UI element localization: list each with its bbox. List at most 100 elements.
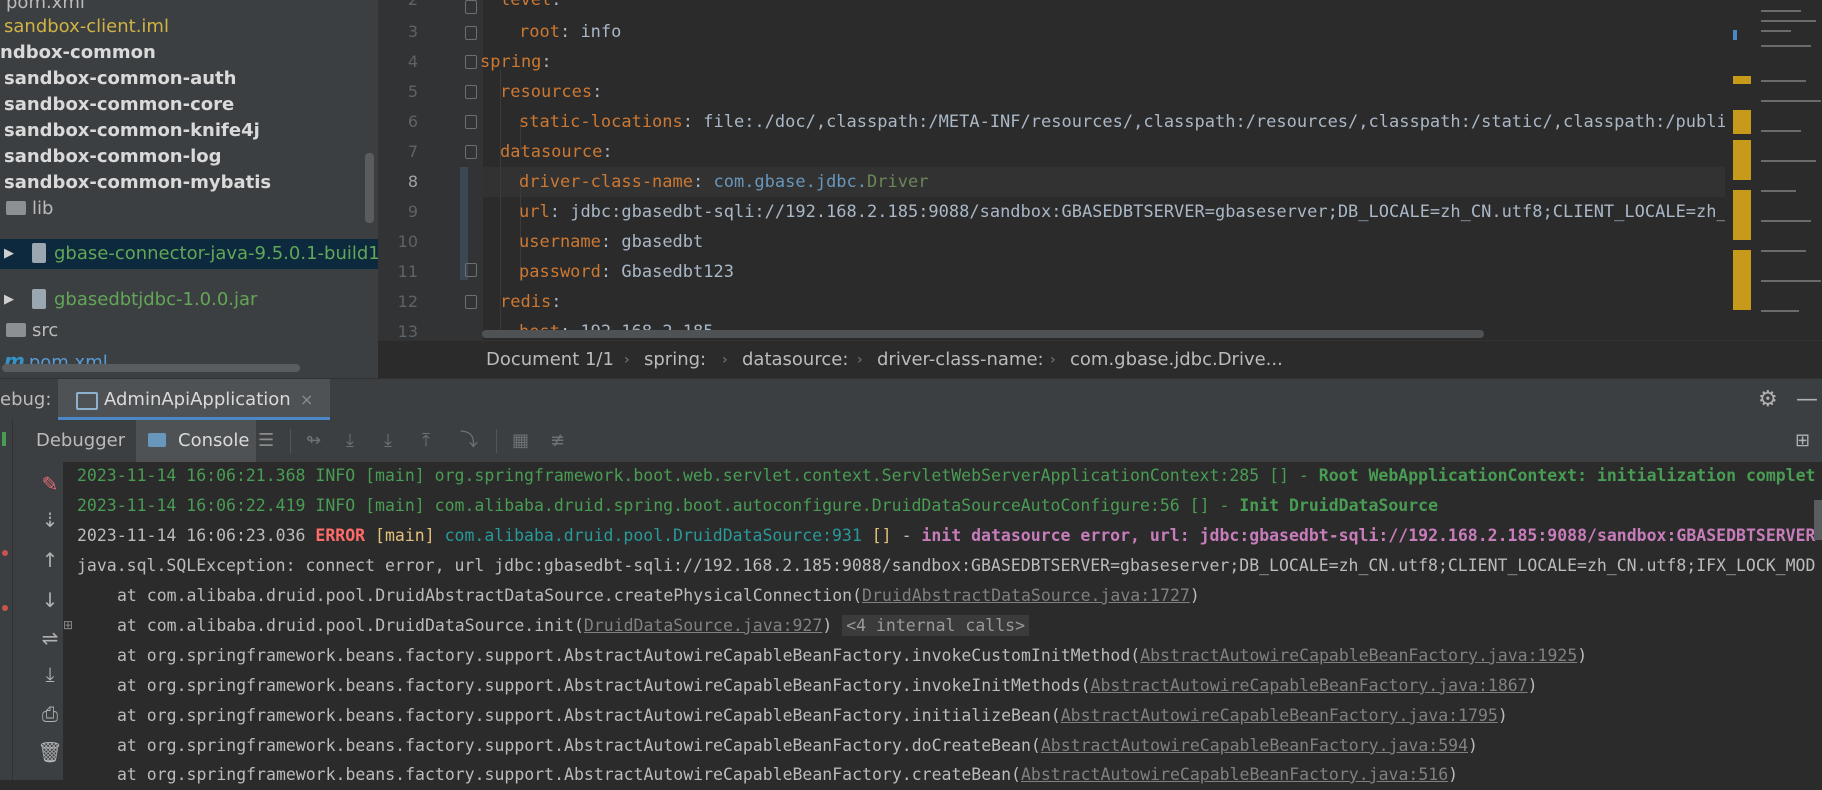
tree-vertical-scrollbar[interactable] <box>365 153 374 223</box>
stack-link[interactable]: AbstractAutowireCapableBeanFactory.java:… <box>1021 765 1448 784</box>
gear-icon[interactable]: ⚙ <box>1758 379 1778 421</box>
console-vertical-scrollbar[interactable] <box>1814 500 1822 540</box>
code-line-9[interactable]: url: jdbc:gbasedbt-sqli://192.168.2.185:… <box>519 197 1778 227</box>
tree-horizontal-scrollbar[interactable] <box>2 364 300 372</box>
trace-icon[interactable]: ≢ <box>550 420 565 462</box>
console-icon <box>148 433 166 447</box>
layout-icon[interactable]: ☰ <box>258 420 274 462</box>
run-config-label[interactable]: AdminApiApplication <box>104 379 291 421</box>
line-number: 8 <box>407 172 418 191</box>
code-line-6[interactable]: static-locations: file:./doc/,classpath:… <box>519 107 1747 137</box>
up-icon[interactable]: ↑ <box>37 548 63 572</box>
restore-layout-icon[interactable]: ⊞ <box>1795 420 1810 462</box>
minimize-icon[interactable]: — <box>1796 379 1818 421</box>
log-line-error: 2023-11-14 16:06:23.036 ERROR [main] com… <box>77 526 1816 545</box>
code-line-2[interactable]: level: <box>500 0 561 15</box>
chevron-right-icon: › <box>1050 352 1056 368</box>
fold-marker[interactable] <box>465 55 477 69</box>
tree-item-src[interactable]: src <box>6 316 58 346</box>
breadcrumb-document[interactable]: Document 1/1 <box>486 341 614 379</box>
fold-marker[interactable] <box>465 263 477 277</box>
trash-icon[interactable]: 🗑 <box>37 740 63 764</box>
line-number: 7 <box>407 142 418 161</box>
breadcrumb-driver-class-name[interactable]: driver-class-name: <box>877 341 1044 379</box>
code-line-12[interactable]: redis: <box>500 287 561 317</box>
breadcrumb-value[interactable]: com.gbase.jdbc.Drive... <box>1070 341 1283 379</box>
fold-expand-icon[interactable]: ⊞ <box>63 618 73 632</box>
code-line-8[interactable]: driver-class-name: com.gbase.jdbc.Driver <box>519 167 928 197</box>
line-number: 9 <box>407 202 418 221</box>
soft-wrap-icon[interactable]: ⇌ <box>37 626 63 650</box>
debug-header: ebug: AdminApiApplication × ⚙ — <box>0 378 1822 421</box>
stack-frame: at com.alibaba.druid.pool.DruidAbstractD… <box>117 586 1200 605</box>
line-number: 5 <box>407 82 418 101</box>
code-line-7[interactable]: datasource: <box>500 137 613 167</box>
debug-toolbar: Debugger Console ☰ ↬ ⤓ ⤓ ⤒ ⤵ ▦ ≢ ⊞ <box>0 420 1822 463</box>
clear-icon[interactable]: ✎ <box>37 472 63 496</box>
stack-link[interactable]: AbstractAutowireCapableBeanFactory.java:… <box>1091 676 1528 695</box>
stack-link[interactable]: DruidAbstractDataSource.java:1727 <box>862 586 1190 605</box>
chevron-right-icon: › <box>624 352 630 368</box>
stack-frame: at org.springframework.beans.factory.sup… <box>117 676 1538 695</box>
expand-arrow-icon[interactable]: ▶ <box>4 239 14 269</box>
show-execution-point-icon[interactable]: ↬ <box>306 420 321 462</box>
jar-icon <box>32 289 46 309</box>
tree-item-lib[interactable]: lib <box>6 194 53 224</box>
down-icon[interactable]: ↓ <box>37 588 63 612</box>
editor-horizontal-scrollbar[interactable] <box>482 330 1484 338</box>
step-over-icon[interactable]: ⤓ <box>346 420 354 462</box>
evaluate-icon[interactable]: ▦ <box>512 420 529 462</box>
fold-marker[interactable] <box>465 26 477 40</box>
line-number: 3 <box>407 22 418 41</box>
fold-marker[interactable] <box>465 0 477 14</box>
fold-marker[interactable] <box>465 145 477 159</box>
breadcrumb: Document 1/1 › spring: › datasource: › d… <box>378 340 1822 379</box>
chevron-right-icon: › <box>857 352 863 368</box>
tree-item-gbasedbtjdbc-jar[interactable]: ▶ gbasedbtjdbc-1.0.0.jar <box>0 285 378 315</box>
tree-item-gbase-connector-jar[interactable]: ▶ gbase-connector-java-9.5.0.1-build1- <box>0 239 378 269</box>
expand-arrow-icon[interactable]: ▶ <box>4 285 14 315</box>
stack-link[interactable]: AbstractAutowireCapableBeanFactory.java:… <box>1041 736 1468 755</box>
breadcrumb-datasource[interactable]: datasource: <box>742 341 848 379</box>
close-icon[interactable]: × <box>300 379 313 421</box>
toolbar-separator <box>496 429 497 453</box>
stack-frame: at org.springframework.beans.factory.sup… <box>117 706 1508 725</box>
breadcrumb-spring[interactable]: spring: <box>644 341 706 379</box>
step-into-icon[interactable]: ⤓ <box>384 420 392 462</box>
folder-icon <box>6 201 26 215</box>
stack-frame: at org.springframework.beans.factory.sup… <box>117 736 1478 755</box>
log-line: 2023-11-14 16:06:21.368 INFO [main] org.… <box>77 466 1816 485</box>
line-number: 11 <box>397 262 418 281</box>
tab-debugger[interactable]: Debugger <box>36 420 125 462</box>
code-line-10[interactable]: username: gbasedbt <box>519 227 703 257</box>
stack-link[interactable]: DruidDataSource.java:927 <box>584 616 822 635</box>
exception-line: java.sql.SQLException: connect error, ur… <box>77 556 1816 575</box>
debug-left-strip <box>0 420 13 780</box>
line-number: 2 <box>378 0 418 15</box>
line-number: 12 <box>397 292 418 311</box>
fold-marker[interactable] <box>465 295 477 309</box>
line-number: 10 <box>397 232 418 251</box>
stack-link[interactable]: AbstractAutowireCapableBeanFactory.java:… <box>1061 706 1498 725</box>
editor-minimap[interactable] <box>1725 0 1822 340</box>
tab-console[interactable]: Console <box>178 420 249 462</box>
jar-icon <box>32 243 46 263</box>
stack-frame: at com.alibaba.druid.pool.DruidDataSourc… <box>117 611 1029 641</box>
code-line-11[interactable]: password: Gbasedbt123 <box>519 257 734 287</box>
fold-marker[interactable] <box>465 85 477 99</box>
folder-icon <box>6 323 26 337</box>
run-to-cursor-icon[interactable]: ⤵ <box>460 420 478 462</box>
fold-marker[interactable] <box>465 115 477 129</box>
stack-link[interactable]: AbstractAutowireCapableBeanFactory.java:… <box>1140 646 1577 665</box>
debug-label: ebug: <box>0 389 52 410</box>
internal-calls-toggle[interactable]: <4 internal calls> <box>842 615 1029 636</box>
code-line-3[interactable]: root: info <box>519 17 621 47</box>
print-icon[interactable]: ⎙ <box>37 702 63 726</box>
step-out-icon[interactable]: ⤒ <box>422 420 430 462</box>
code-line-4[interactable]: spring: <box>480 47 552 77</box>
toolbar-separator <box>290 429 291 453</box>
scroll-down-icon[interactable]: ⤓ <box>37 662 63 686</box>
project-tree: pom.xml sandbox-client.iml ndbox-common … <box>0 0 378 378</box>
scroll-to-end-icon[interactable]: ⇣ <box>37 508 63 532</box>
code-line-5[interactable]: resources: <box>500 77 602 107</box>
